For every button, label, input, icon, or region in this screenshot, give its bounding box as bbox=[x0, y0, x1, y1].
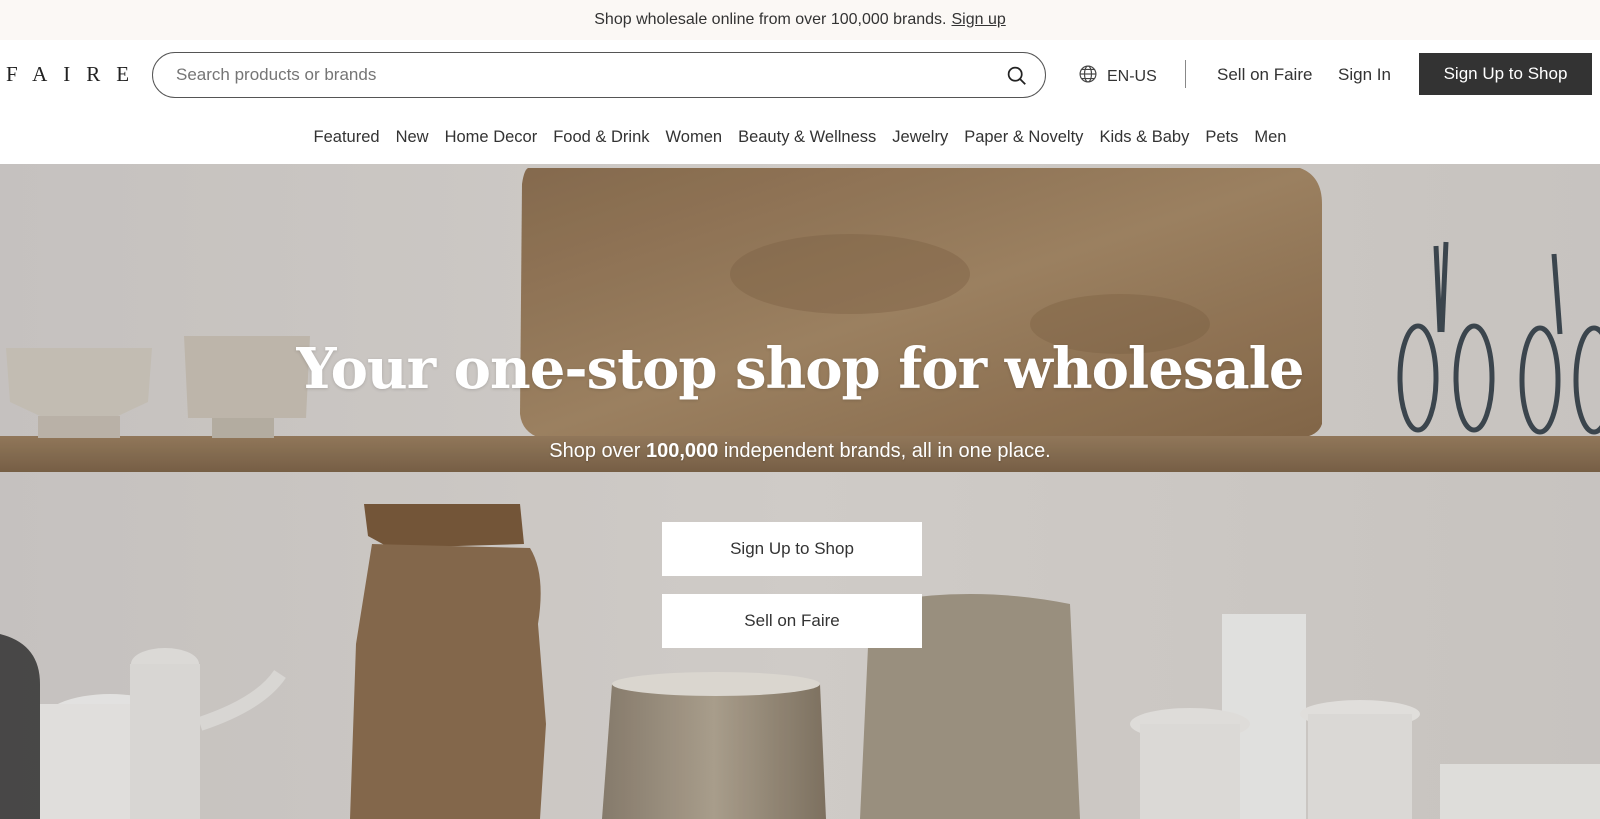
category-beauty-wellness[interactable]: Beauty & Wellness bbox=[730, 128, 884, 147]
language-label: EN-US bbox=[1107, 67, 1157, 85]
category-women[interactable]: Women bbox=[658, 128, 731, 147]
category-new[interactable]: New bbox=[388, 128, 437, 147]
hero-background-image bbox=[0, 164, 1600, 819]
sell-on-faire-link[interactable]: Sell on Faire bbox=[1217, 65, 1312, 85]
search-input[interactable] bbox=[176, 65, 1005, 85]
sign-in-link[interactable]: Sign In bbox=[1338, 65, 1391, 85]
hero-subtitle: Shop over 100,000 independent brands, al… bbox=[0, 440, 1600, 463]
hero-sell-button[interactable]: Sell on Faire bbox=[662, 594, 922, 648]
site-header: FAIRE EN-US Sell on Faire Sign In Sign U… bbox=[0, 40, 1600, 110]
hero-title: Your one-stop shop for wholesale bbox=[296, 336, 1304, 402]
language-selector[interactable]: EN-US bbox=[1078, 64, 1157, 89]
hero-sign-up-button[interactable]: Sign Up to Shop bbox=[662, 522, 922, 576]
announcement-signup-link[interactable]: Sign up bbox=[951, 11, 1005, 29]
category-men[interactable]: Men bbox=[1246, 128, 1294, 147]
category-home-decor[interactable]: Home Decor bbox=[437, 128, 546, 147]
category-pets[interactable]: Pets bbox=[1197, 128, 1246, 147]
sign-up-to-shop-button[interactable]: Sign Up to Shop bbox=[1419, 53, 1592, 95]
header-divider bbox=[1185, 60, 1186, 88]
category-kids-baby[interactable]: Kids & Baby bbox=[1091, 128, 1197, 147]
hero-subtitle-before: Shop over bbox=[549, 440, 641, 462]
faire-logo[interactable]: FAIRE bbox=[6, 62, 145, 87]
search-bar bbox=[152, 52, 1046, 98]
category-nav: Featured New Home Decor Food & Drink Wom… bbox=[0, 110, 1600, 164]
category-food-drink[interactable]: Food & Drink bbox=[545, 128, 657, 147]
category-paper-novelty[interactable]: Paper & Novelty bbox=[956, 128, 1091, 147]
announcement-text: Shop wholesale online from over 100,000 … bbox=[594, 11, 947, 28]
hero-section: Your one-stop shop for wholesale Shop ov… bbox=[0, 164, 1600, 819]
hero-subtitle-after: independent brands, all in one place. bbox=[723, 440, 1051, 462]
hero-subtitle-count: 100,000 bbox=[645, 440, 719, 462]
globe-icon bbox=[1078, 64, 1098, 89]
announcement-bar: Shop wholesale online from over 100,000 … bbox=[0, 0, 1600, 40]
category-featured[interactable]: Featured bbox=[306, 128, 388, 147]
category-jewelry[interactable]: Jewelry bbox=[884, 128, 956, 147]
search-icon[interactable] bbox=[1005, 64, 1027, 86]
